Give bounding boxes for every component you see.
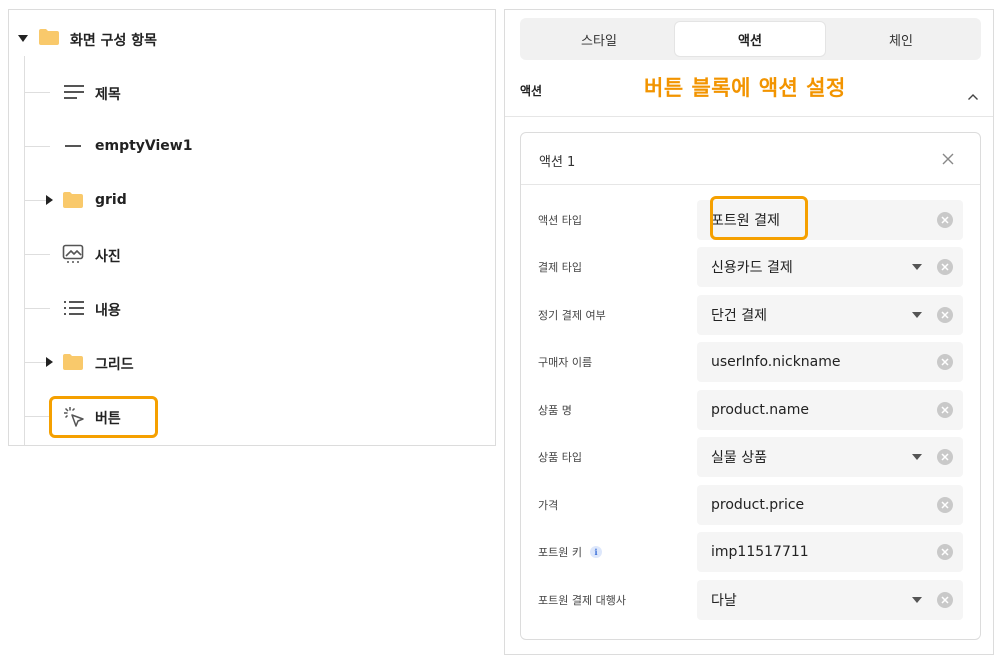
tree-item-label: 사진 [95,249,121,265]
product-name-input[interactable]: product.name [697,390,963,430]
section-title: 액션 [520,84,543,98]
component-tree-panel: 화면 구성 항목 제목 emptyView1 grid 사진 내용 그리드 버튼 [8,9,496,446]
tree-item-emptyview[interactable]: emptyView1 [9,131,309,161]
field-label: 액션 타입 [538,214,582,227]
field-value: 실물 상품 [711,450,767,466]
field-label: 포트원 키 i [538,532,602,572]
tree-item-grid-kr[interactable]: 그리드 [9,347,309,377]
clear-icon[interactable] [937,212,953,228]
dropdown-caret-icon[interactable] [912,264,922,270]
field-value: 단건 결제 [711,308,767,324]
field-label: 정기 결제 여부 [538,309,606,322]
folder-icon [62,191,84,209]
field-product-type: 상품 타입 실물 상품 [521,437,980,477]
card-divider [521,184,980,185]
button-item-highlight [49,396,158,438]
tree-item-label: emptyView1 [95,138,193,154]
tree-root-label: 화면 구성 항목 [70,33,158,49]
tree-item-label: 내용 [95,303,121,319]
tree-item-title[interactable]: 제목 [9,77,309,107]
field-label-text: 포트원 키 [538,546,582,559]
action-type-highlight [710,196,808,240]
clear-icon[interactable] [937,402,953,418]
field-value: 다날 [711,593,737,609]
clear-icon[interactable] [937,259,953,275]
field-portone-key: 포트원 키 i imp11517711 [521,532,980,572]
field-payment-type: 결제 타입 신용카드 결제 [521,247,980,287]
clear-icon[interactable] [937,354,953,370]
buyer-name-input[interactable]: userInfo.nickname [697,342,963,382]
annotation-text: 버튼 블록에 액션 설정 [644,76,846,100]
field-label: 구매자 이름 [538,356,593,369]
field-price: 가격 product.price [521,485,980,525]
folder-icon [38,28,60,46]
field-label: 상품 타입 [538,451,582,464]
field-buyer-name: 구매자 이름 userInfo.nickname [521,342,980,382]
tree-item-label: 제목 [95,87,121,103]
pg-provider-select[interactable]: 다날 [697,580,963,620]
tab-style[interactable]: 스타일 [524,22,674,56]
dropdown-caret-icon[interactable] [912,312,922,318]
field-label: 결제 타입 [538,261,582,274]
section-divider [505,116,993,117]
panel-tabs: 스타일 액션 체인 [520,18,981,60]
product-type-select[interactable]: 실물 상품 [697,437,963,477]
price-input[interactable]: product.price [697,485,963,525]
expand-caret-icon[interactable] [46,195,53,205]
field-value: product.name [711,402,809,418]
clear-icon[interactable] [937,307,953,323]
action-card: 액션 1 액션 타입 포트원 결제 결제 타입 신용카드 결제 정기 결제 여부 [520,132,981,640]
list-icon [64,299,84,317]
field-pg-provider: 포트원 결제 대행사 다날 [521,580,980,620]
field-recurring: 정기 결제 여부 단건 결제 [521,295,980,335]
field-label: 가격 [538,499,559,512]
clear-icon[interactable] [937,449,953,465]
field-value: imp11517711 [711,544,809,560]
expand-caret-icon[interactable] [46,357,53,367]
payment-type-select[interactable]: 신용카드 결제 [697,247,963,287]
info-icon[interactable]: i [589,546,602,558]
field-label: 포트원 결제 대행사 [538,594,626,607]
field-value: product.price [711,497,805,513]
folder-icon [62,353,84,371]
close-icon[interactable] [941,151,955,170]
dropdown-caret-icon[interactable] [912,454,922,460]
tree-item-photo[interactable]: 사진 [9,239,309,269]
image-icon [62,243,84,265]
expand-caret-icon[interactable] [18,35,28,42]
properties-panel: 스타일 액션 체인 액션 버튼 블록에 액션 설정 액션 1 액션 타입 포트원… [504,9,994,655]
field-label: 상품 명 [538,404,572,417]
tree-item-content[interactable]: 내용 [9,293,309,323]
action-card-title: 액션 1 [539,155,576,170]
tree-item-label: grid [95,192,127,208]
clear-icon[interactable] [937,497,953,513]
dropdown-caret-icon[interactable] [912,597,922,603]
tree-item-label: 그리드 [95,357,134,373]
recurring-select[interactable]: 단건 결제 [697,295,963,335]
tab-action[interactable]: 액션 [675,22,825,56]
field-value: 신용카드 결제 [711,260,793,276]
chevron-up-icon[interactable] [967,86,979,105]
clear-icon[interactable] [937,544,953,560]
field-product-name: 상품 명 product.name [521,390,980,430]
tree-item-grid[interactable]: grid [9,185,309,215]
dash-icon [64,137,82,155]
portone-key-input[interactable]: imp11517711 [697,532,963,572]
clear-icon[interactable] [937,592,953,608]
text-lines-icon [64,83,84,101]
field-value: userInfo.nickname [711,354,841,370]
tab-chain[interactable]: 체인 [826,22,976,56]
tree-root[interactable]: 화면 구성 항목 [9,23,309,53]
